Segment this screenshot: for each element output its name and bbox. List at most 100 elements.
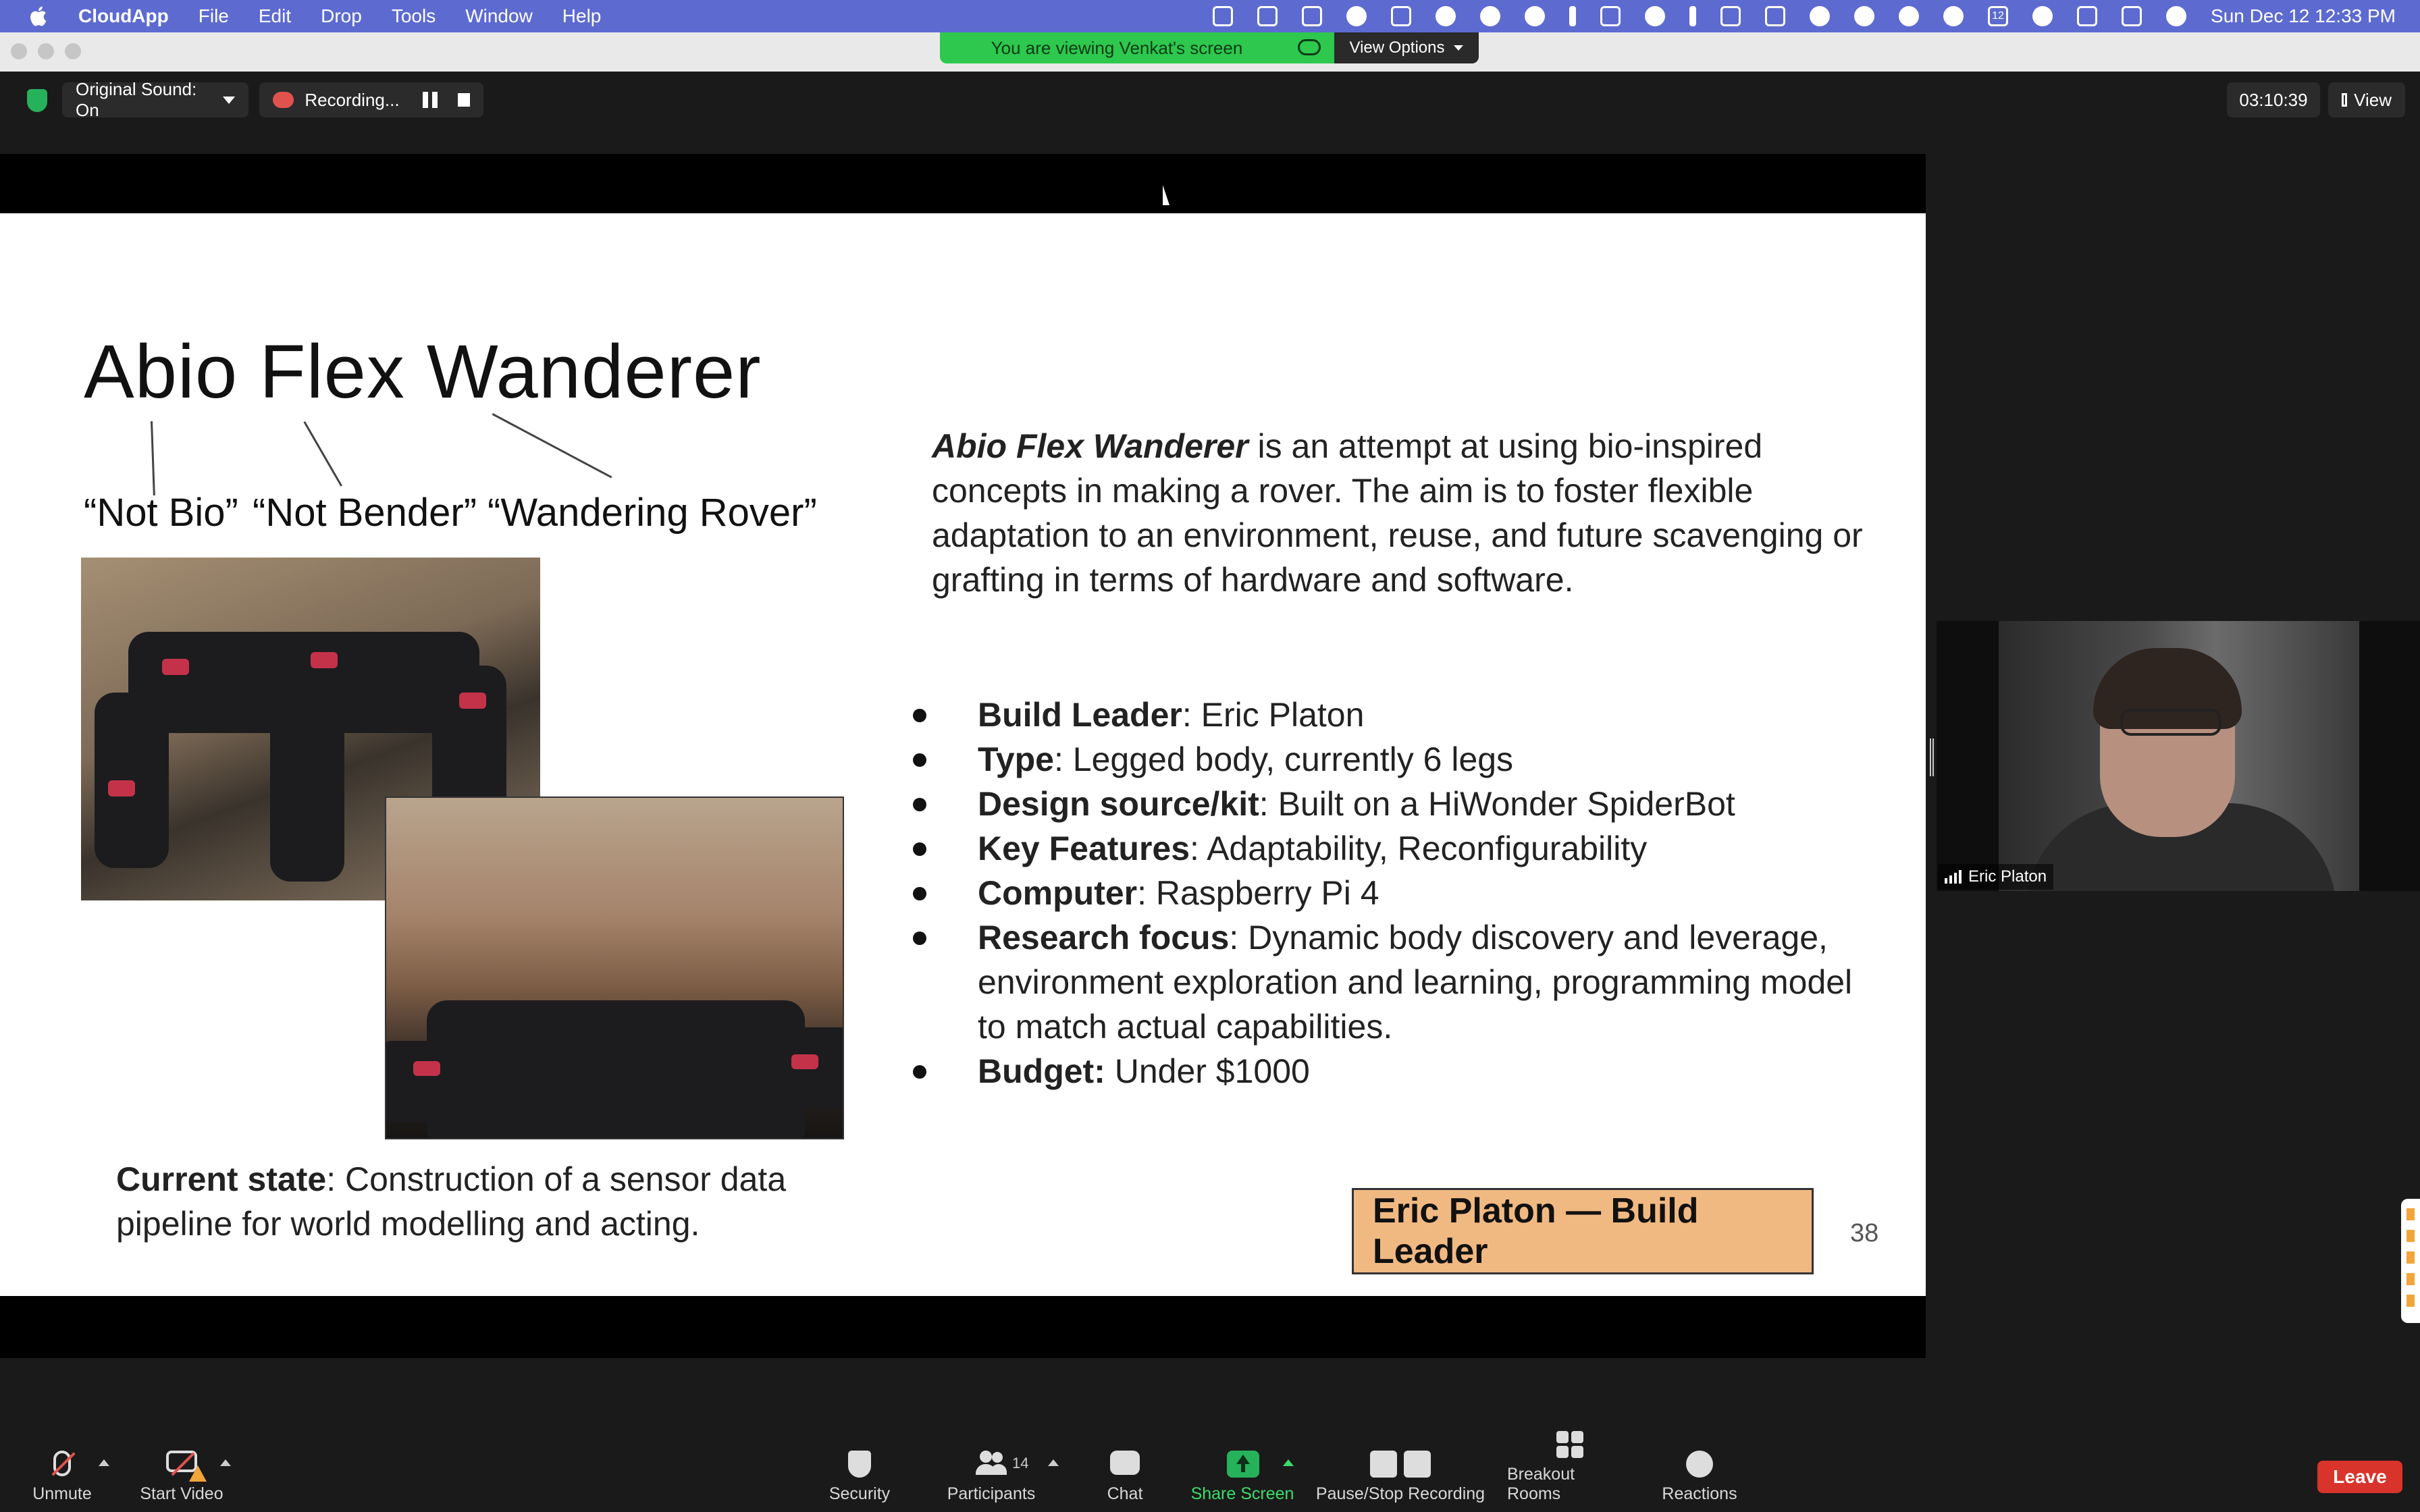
window-minimize-button[interactable] [38, 43, 54, 59]
chat-label: Chat [1107, 1484, 1143, 1503]
apple-icon[interactable] [27, 4, 51, 28]
menu-edit[interactable]: Edit [259, 5, 291, 27]
start-video-button[interactable]: Start Video [135, 1444, 228, 1508]
timer-status-icon[interactable] [1436, 6, 1456, 26]
menu-tools[interactable]: Tools [392, 5, 436, 27]
participants-button[interactable]: 14 Participants [944, 1444, 1038, 1508]
window-layout-icon[interactable] [1391, 6, 1412, 26]
spotlight-search-icon[interactable] [1854, 6, 1875, 26]
unmute-button[interactable]: Unmute [27, 1444, 97, 1508]
dropzone-icon[interactable] [1525, 6, 1546, 26]
menu-drop[interactable]: Drop [321, 5, 362, 27]
list-item: Key Features: Adaptability, Reconfigurab… [905, 826, 1877, 871]
zoom-status-icon[interactable] [1213, 6, 1234, 26]
window-close-button[interactable] [11, 43, 27, 59]
bullet-label: Type [978, 740, 1054, 778]
audio-options-caret[interactable] [99, 1459, 109, 1466]
list-item: Type: Legged body, currently 6 legs [905, 737, 1877, 782]
breakout-rooms-icon [1554, 1431, 1585, 1458]
window-zoom-button[interactable] [65, 43, 81, 59]
play-icon[interactable] [1943, 6, 1964, 26]
slide-title: Abio Flex Wanderer [84, 329, 762, 414]
panel-resize-handle[interactable] [1930, 738, 1934, 776]
battery-device-icon[interactable] [1720, 6, 1741, 26]
participant-video[interactable] [1999, 621, 2359, 891]
bluetooth-icon[interactable] [1689, 6, 1697, 26]
shield-status-icon[interactable] [1302, 6, 1323, 26]
chat-button[interactable]: Chat [1098, 1444, 1152, 1508]
share-screen-button[interactable]: Share Screen [1188, 1444, 1296, 1508]
screen-record-icon[interactable] [1257, 6, 1278, 26]
build-leader-name-box: Eric Platon — Build Leader [1352, 1188, 1814, 1274]
bullet-text: Under $1000 [1105, 1052, 1310, 1090]
password-manager-icon[interactable] [1810, 6, 1831, 26]
recording-indicator: Recording... [259, 82, 483, 117]
siri-icon[interactable] [2166, 6, 2187, 26]
menu-window[interactable]: Window [465, 5, 533, 27]
robot-mars-photo [385, 796, 844, 1139]
subtitle-not-bio: “Not Bio” [84, 491, 238, 535]
volume-icon[interactable] [1645, 6, 1666, 26]
feature-bullet-list: Build Leader: Eric Platon Type: Legged b… [905, 693, 1877, 1094]
slide-page-number: 38 [1850, 1219, 1879, 1247]
menu-help[interactable]: Help [562, 5, 602, 27]
bullet-text: : Built on a HiWonder SpiderBot [1259, 785, 1735, 823]
view-button[interactable]: View [2328, 82, 2405, 117]
menubar-clock[interactable]: Sun Dec 12 12:33 PM [2211, 5, 2396, 27]
menu-file[interactable]: File [199, 5, 229, 27]
bullet-text: : Legged body, currently 6 legs [1054, 740, 1514, 778]
participants-count: 14 [1012, 1455, 1029, 1472]
control-center-icon[interactable] [2122, 6, 2142, 26]
view-label: View [2354, 89, 2392, 110]
audio-device-icon[interactable] [1600, 6, 1621, 26]
share-options-caret[interactable] [1283, 1459, 1294, 1466]
original-sound-label: Original Sound: On [76, 79, 197, 120]
cloud-icon [1298, 39, 1321, 55]
pause-recording-button[interactable] [422, 92, 438, 108]
wifi-icon[interactable] [1899, 6, 1920, 26]
list-item: Design source/kit: Built on a HiWonder S… [905, 782, 1877, 826]
view-options-label: View Options [1349, 38, 1445, 57]
bullet-label: Research focus [978, 919, 1230, 956]
video-options-caret[interactable] [220, 1459, 231, 1466]
pause-stop-recording-button[interactable]: Pause/Stop Recording [1315, 1444, 1485, 1508]
keyboard-icon[interactable] [1765, 6, 1786, 26]
bullet-text: : Adaptability, Reconfigurability [1190, 830, 1648, 867]
view-layout-icon [2342, 93, 2348, 107]
battery-icon[interactable] [2077, 6, 2098, 26]
reactions-button[interactable]: Reactions [1661, 1444, 1738, 1508]
view-options-button[interactable]: View Options [1334, 32, 1479, 63]
zoom-window: CloudApp File Edit Drop Tools Window Hel… [0, 0, 2420, 1512]
shared-screen-letterbox-bottom [0, 1296, 1926, 1358]
leave-button[interactable]: Leave [2317, 1461, 2402, 1493]
chevron-down-icon[interactable] [223, 96, 235, 104]
participant-name: Eric Platon [1968, 867, 2047, 886]
shared-slide: Abio Flex Wanderer “Not Bio” “Not Bender… [0, 213, 1926, 1296]
muted-microphone-icon [47, 1451, 78, 1478]
cloud-status-icon[interactable] [1346, 6, 1367, 26]
bullet-text: : Eric Platon [1182, 696, 1365, 734]
unmute-label: Unmute [32, 1484, 92, 1503]
microphone-icon[interactable] [1569, 6, 1577, 26]
meeting-timer-value: 03:10:39 [2239, 89, 2308, 110]
menu-app-name[interactable]: CloudApp [78, 5, 169, 27]
chevron-down-icon [1454, 45, 1464, 51]
participants-icon: 14 [976, 1451, 1028, 1478]
icloud-icon[interactable] [1480, 6, 1501, 26]
calendar-icon[interactable]: 12 [1988, 6, 2009, 26]
reactions-label: Reactions [1662, 1484, 1737, 1503]
stop-recording-button[interactable] [457, 93, 470, 107]
viewing-screen-text: You are viewing Venkat's screen [991, 37, 1243, 58]
start-video-label: Start Video [140, 1484, 223, 1503]
breakout-rooms-button[interactable]: Breakout Rooms [1507, 1431, 1633, 1508]
reactions-smiley-icon [1684, 1451, 1715, 1478]
annotation-line [303, 421, 342, 487]
viewing-screen-banner: You are viewing Venkat's screen [940, 32, 1334, 63]
floating-side-widget[interactable] [2401, 1199, 2420, 1323]
do-not-disturb-icon[interactable] [2032, 6, 2053, 26]
video-off-icon [166, 1451, 207, 1482]
participants-options-caret[interactable] [1048, 1459, 1059, 1466]
security-button[interactable]: Security [825, 1444, 894, 1508]
original-sound-toggle[interactable]: Original Sound: On [62, 79, 248, 120]
encryption-shield-icon[interactable] [27, 89, 47, 112]
